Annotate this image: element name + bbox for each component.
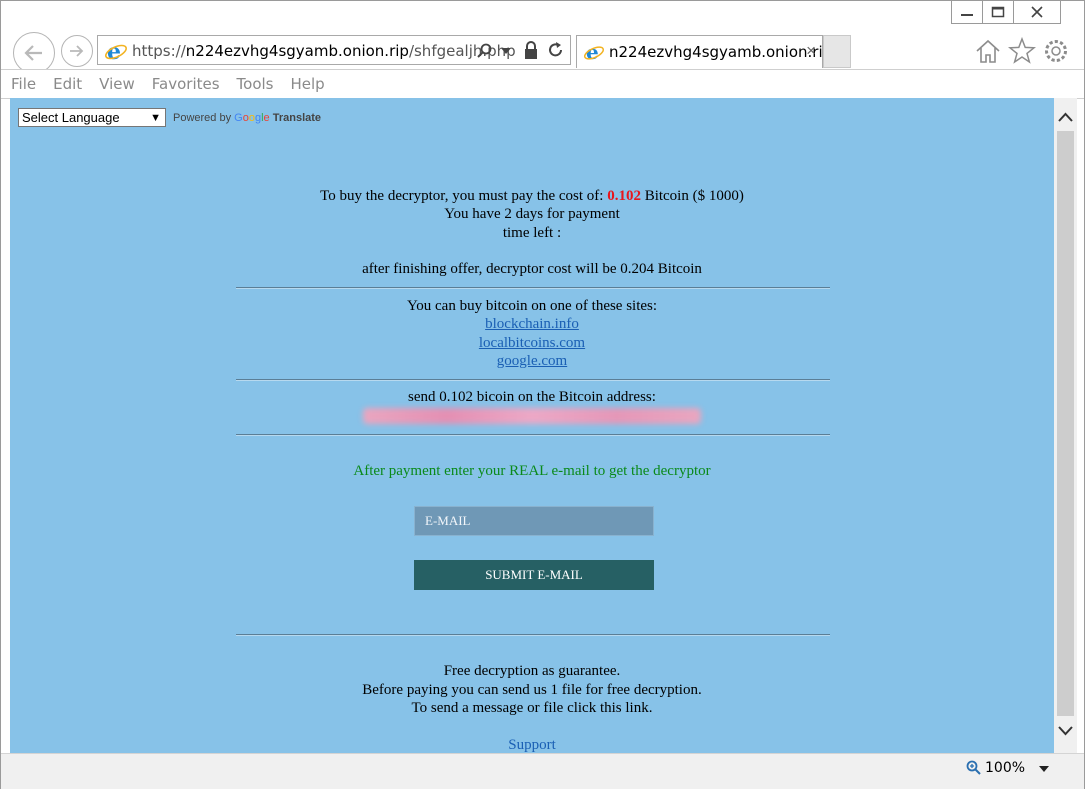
minimize-button[interactable] [951, 1, 983, 24]
vertical-scrollbar[interactable] [1054, 98, 1077, 753]
chevron-down-icon: ▼ [150, 112, 161, 124]
refresh-icon[interactable] [547, 41, 565, 59]
zoom-icon [966, 760, 981, 775]
window-controls [951, 1, 1061, 25]
email-field[interactable]: E-MAIL [414, 506, 654, 536]
powered-by-text: Powered by [173, 112, 232, 124]
menu-help[interactable]: Help [291, 75, 325, 93]
after-offer-line: after finishing offer, decryptor cost wi… [362, 261, 702, 277]
google-letter: G [234, 112, 243, 124]
buy-sites-title: You can buy bitcoin on one of these site… [406, 298, 658, 314]
new-tab-button[interactable] [823, 35, 851, 68]
menu-favorites[interactable]: Favorites [152, 75, 220, 93]
url-text: https://n224ezvhg4sgyamb.onion.rip/shfge… [132, 42, 516, 60]
after-payment-text: After payment enter your REAL e-mail to … [353, 463, 711, 479]
navigation-bar: e https://n224ezvhg4sgyamb.onion.rip/shf… [1, 29, 1084, 74]
language-select-value: Select Language [22, 110, 120, 125]
maximize-icon [991, 6, 1005, 18]
bitcoin-address-row [10, 408, 1054, 429]
divider [236, 287, 830, 289]
submit-email-button[interactable]: SUBMIT E-MAIL [414, 560, 654, 590]
forward-button[interactable] [61, 35, 93, 67]
tab-ie-icon: e [583, 41, 605, 63]
zoom-dropdown-icon[interactable] [1039, 766, 1049, 772]
site-link-row: localbitcoins.com [10, 335, 1054, 352]
menu-tools[interactable]: Tools [237, 75, 274, 93]
url-prefix: https:// [132, 42, 186, 60]
time-left: time left : [502, 225, 562, 241]
guarantee-line-3: To send a message or file click this lin… [411, 700, 653, 716]
send-line: send 0.102 bicoin on the Bitcoin address… [408, 389, 656, 405]
menu-edit[interactable]: Edit [53, 75, 82, 93]
browser-window: e https://n224ezvhg4sgyamb.onion.rip/shf… [0, 0, 1085, 789]
site-link-row: blockchain.info [10, 316, 1054, 333]
bitcoin-address-redacted [363, 408, 701, 424]
cost-amount: 0.102 [607, 188, 641, 204]
close-icon [1031, 6, 1043, 18]
divider [236, 434, 830, 436]
close-button[interactable] [1014, 1, 1061, 24]
favorites-star-icon[interactable] [1008, 37, 1036, 65]
url-path: /shfgealjh.php [408, 42, 516, 60]
toolbar-right [974, 37, 1070, 65]
home-icon[interactable] [974, 37, 1002, 65]
ie-logo-icon: e [105, 39, 127, 63]
tab-title: n224ezvhg4sgyamb.onion.rip [609, 43, 833, 61]
google-letter: e [263, 112, 270, 124]
lock-icon[interactable] [523, 41, 539, 60]
menu-view[interactable]: View [99, 75, 135, 93]
google-logo: Google [234, 112, 270, 124]
support-link-row: Support [10, 737, 1054, 753]
site-link-blockchain[interactable]: blockchain.info [485, 316, 579, 332]
site-link-google[interactable]: google.com [497, 353, 567, 369]
divider [236, 634, 830, 636]
zoom-level[interactable]: 100% [985, 760, 1025, 776]
guarantee-line-2: Before paying you can send us 1 file for… [362, 682, 702, 698]
settings-gear-icon[interactable] [1042, 37, 1070, 65]
site-link-row: google.com [10, 353, 1054, 370]
forward-arrow-icon [70, 45, 84, 57]
dropdown-arrow-icon[interactable] [501, 48, 511, 54]
scroll-up-icon[interactable] [1058, 112, 1073, 122]
back-button[interactable] [13, 32, 55, 74]
maximize-button[interactable] [983, 1, 1014, 24]
guarantee-title: Free decryption as guarantee. [443, 663, 621, 679]
page-content: Select Language ▼ Powered by Google Tran… [10, 98, 1054, 753]
menu-bar: File Edit View Favorites Tools Help [1, 69, 1084, 99]
cost-suffix: Bitcoin ($ 1000) [640, 188, 744, 204]
status-bar: 100% [1, 753, 1084, 789]
menu-file[interactable]: File [11, 75, 36, 93]
minimize-icon [961, 14, 973, 16]
cost-prefix: To buy the decryptor, you must pay the c… [320, 188, 608, 204]
support-link[interactable]: Support [508, 737, 556, 753]
language-select[interactable]: Select Language ▼ [18, 108, 166, 127]
divider [236, 379, 830, 381]
address-bar[interactable]: e https://n224ezvhg4sgyamb.onion.rip/shf… [97, 35, 571, 65]
translate-text: Translate [272, 112, 322, 124]
browser-tab[interactable]: e n224ezvhg4sgyamb.onion.rip × [576, 35, 832, 68]
site-link-localbitcoins[interactable]: localbitcoins.com [479, 335, 585, 351]
cost-line: To buy the decryptor, you must pay the c… [10, 188, 1054, 205]
search-icon[interactable] [476, 43, 492, 59]
tab-close-icon[interactable]: × [806, 41, 816, 61]
days-line: You have 2 days for payment [444, 206, 620, 222]
back-arrow-icon [24, 45, 42, 61]
scrollbar-thumb[interactable] [1057, 131, 1074, 716]
scroll-down-icon[interactable] [1058, 726, 1073, 736]
url-host: n224ezvhg4sgyamb.onion.rip [185, 42, 409, 60]
google-translate-attribution: Powered by Google Translate [173, 112, 321, 124]
